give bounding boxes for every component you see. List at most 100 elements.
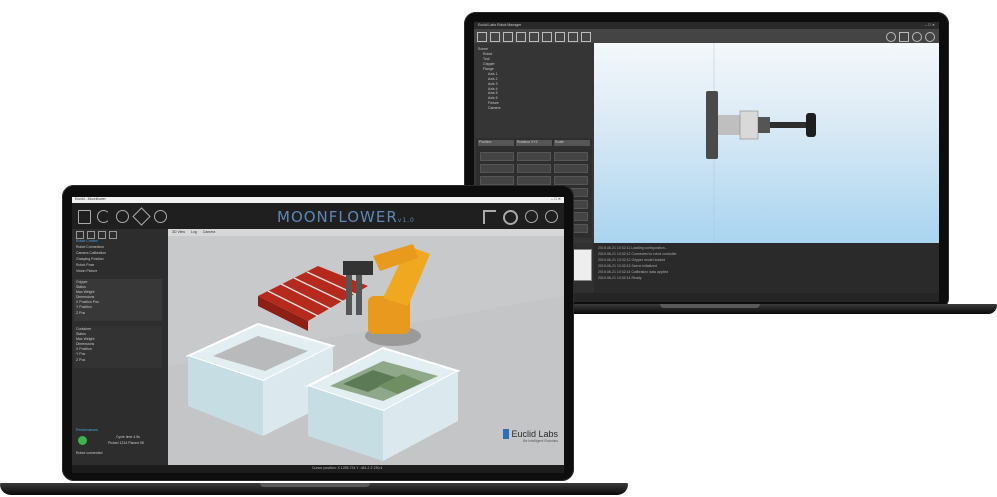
group-field: Container <box>76 327 92 331</box>
layers-icon[interactable] <box>154 210 167 223</box>
group-field: Y Pos <box>76 352 86 357</box>
table-cell[interactable] <box>554 164 588 173</box>
group-field: Status <box>76 285 86 290</box>
status-ok-icon <box>78 436 87 445</box>
view-tabs: 3D View Log Camera <box>168 229 564 236</box>
group-field: Max Weight <box>76 290 95 295</box>
table-header: Position <box>478 140 514 146</box>
cloud-icon[interactable] <box>886 32 896 42</box>
table-cell[interactable] <box>517 152 551 161</box>
container-group: Container Status Max Weight Dimensions X Pos… <box>74 326 162 368</box>
window-controls-icon[interactable]: – ☐ ✕ <box>551 197 561 202</box>
front-laptop: Euclid - Moonflower – ☐ ✕ MOONFLOWERv1.0 <box>0 185 628 497</box>
undo-icon[interactable] <box>97 210 110 223</box>
grid-icon[interactable] <box>529 32 539 42</box>
picked-count-text: Picked 1234 Placed 98 <box>108 441 144 445</box>
table-cell[interactable] <box>517 176 551 185</box>
tab-icon-1[interactable] <box>76 231 84 239</box>
panel-header: Robot Control <box>76 239 98 243</box>
control-item[interactable]: Camera Calibration <box>76 252 164 256</box>
table-cell[interactable] <box>554 176 588 185</box>
check-icon[interactable] <box>542 32 552 42</box>
table-cell[interactable] <box>517 164 551 173</box>
table-cell[interactable] <box>480 176 514 185</box>
log-line: 2019-06-21 10:32:11 Loading configuratio… <box>598 246 668 250</box>
group-field: Max Weight <box>76 337 95 342</box>
table-header: Scale <box>554 140 590 146</box>
back-title-bar: Euclid Labs Robot Manager – ☐ ✕ <box>474 22 939 29</box>
cursor-position-text: Cursor position: X 1285.724 Y -461.2 Z 2… <box>312 466 383 470</box>
control-item[interactable]: Robot Pose <box>76 264 164 268</box>
log-line: 2019-06-21 10:32:14 Ready <box>598 276 642 280</box>
back-window-title: Euclid Labs Robot Manager <box>478 22 522 27</box>
logo-version: v1.0 <box>397 217 415 224</box>
back-toolbar <box>474 29 939 44</box>
brand-logo: Euclid Labs Be Intelligent Robotics <box>503 429 558 443</box>
moonflower-logo: MOONFLOWERv1.0 <box>277 208 415 226</box>
tree-item[interactable]: Axis 2 <box>488 77 500 82</box>
left-control-panel: Robot Control Robot Connection Camera Cal… <box>72 229 169 465</box>
folder-icon[interactable] <box>516 32 526 42</box>
tab-icon-2[interactable] <box>87 231 95 239</box>
table-cell[interactable] <box>554 152 588 161</box>
group-field: Gripper <box>76 280 88 284</box>
open-icon[interactable] <box>490 32 500 42</box>
viewport-3d[interactable] <box>594 43 939 243</box>
log-panel: 2019-06-21 10:32:11 Loading configuratio… <box>594 243 939 293</box>
table-cell[interactable] <box>480 164 514 173</box>
group-field: Dimensions <box>76 295 95 300</box>
control-item[interactable]: Vision Picture <box>76 270 164 274</box>
front-header: MOONFLOWERv1.0 <box>72 203 564 229</box>
front-laptop-notch <box>260 483 370 487</box>
control-item[interactable]: Grasping Position <box>76 258 164 262</box>
robot-status-text: Robot connected <box>76 451 103 455</box>
viewport-3d[interactable]: 3D View Log Camera Euclid Labs Be Intell… <box>168 229 564 465</box>
power-icon[interactable] <box>545 210 558 223</box>
settings-icon[interactable] <box>503 210 518 225</box>
back-laptop-notch <box>660 304 760 308</box>
group-field: X Position <box>76 347 92 352</box>
new-file-icon[interactable] <box>477 32 487 42</box>
group-field: Status <box>76 332 86 337</box>
save-icon[interactable] <box>503 32 513 42</box>
front-screen: Euclid - Moonflower – ☐ ✕ MOONFLOWERv1.0 <box>72 197 564 473</box>
log-line: 2019-06-21 10:32:12 Connected to robot c… <box>598 252 677 256</box>
gripper-group: Gripper Status Max Weight Dimensions X Posit… <box>74 279 162 321</box>
performances-header: Performances <box>76 428 98 432</box>
front-status-bar: Cursor position: X 1285.724 Y -461.2 Z 2… <box>72 465 564 473</box>
target-icon[interactable] <box>116 210 129 223</box>
group-field: Y Position <box>76 305 92 310</box>
wrench-icon[interactable] <box>899 32 909 42</box>
log-line: 2019-06-21 10:32:13 Scene initialized <box>598 264 657 268</box>
settings-icon[interactable] <box>581 32 591 42</box>
control-item[interactable]: Robot Connection <box>76 245 164 250</box>
gripper-model <box>706 43 816 243</box>
logo-text: MOONFLOWER <box>277 208 398 226</box>
table-cell[interactable] <box>480 152 514 161</box>
new-project-icon[interactable] <box>78 210 91 224</box>
robot-arm-icon[interactable] <box>483 210 496 224</box>
tree-item[interactable]: Axis 1 <box>488 72 500 77</box>
table-row <box>480 152 588 161</box>
group-field: Dimensions <box>76 342 95 347</box>
info-icon[interactable] <box>525 210 538 223</box>
tree-item[interactable]: Axis 3 <box>488 82 500 87</box>
group-field: X Position Pos <box>76 300 99 305</box>
tree-item[interactable]: Flange <box>483 67 500 72</box>
help-icon[interactable] <box>925 32 935 42</box>
group-field: Z Pos <box>76 357 86 362</box>
brand-name: Euclid Labs <box>511 429 558 439</box>
log-line: 2019-06-21 10:32:12 Gripper model loaded <box>598 258 666 262</box>
front-window-title: Euclid - Moonflower <box>75 197 106 201</box>
tab-icon-4[interactable] <box>109 231 117 239</box>
tab-icon-3[interactable] <box>98 231 106 239</box>
wrench-icon[interactable] <box>132 207 151 226</box>
euclid-logo-icon <box>503 429 510 439</box>
group-field: Z Pos <box>76 310 86 315</box>
tree-item[interactable]: Camera <box>488 107 500 111</box>
table-header: Rotation XYZ <box>516 140 552 146</box>
layers-icon[interactable] <box>555 32 565 42</box>
camera-icon[interactable] <box>568 32 578 42</box>
window-controls-icon[interactable]: – ☐ ✕ <box>925 23 935 28</box>
gear-icon[interactable] <box>912 32 922 42</box>
